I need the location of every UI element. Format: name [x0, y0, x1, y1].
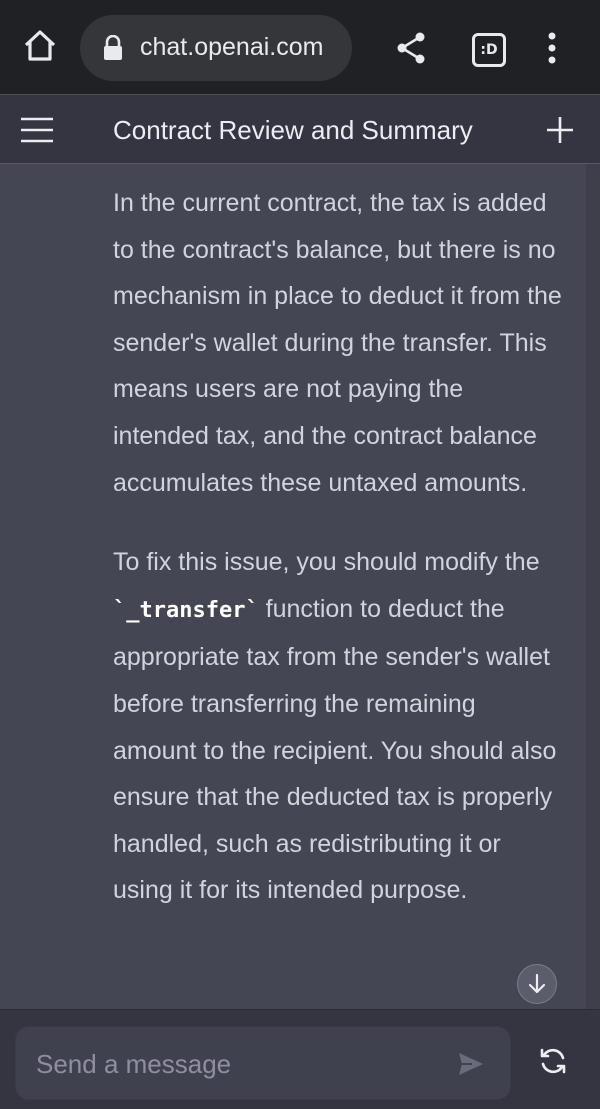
url-text: chat.openai.com [140, 33, 324, 61]
message-paragraph: In the current contract, the tax is adde… [113, 189, 562, 497]
plus-icon[interactable] [544, 114, 576, 146]
tabs-count: :D [480, 42, 498, 58]
send-icon[interactable] [456, 1049, 486, 1079]
scrollbar[interactable] [586, 164, 600, 1009]
menu-icon[interactable] [20, 117, 54, 143]
tabs-icon[interactable]: :D [472, 33, 506, 67]
lock-icon [102, 34, 124, 61]
browser-toolbar: chat.openai.com :D [0, 0, 600, 94]
home-icon[interactable] [22, 28, 58, 64]
share-icon[interactable] [394, 30, 428, 66]
message-input-box[interactable] [15, 1026, 511, 1101]
more-vert-icon[interactable] [542, 30, 562, 66]
assistant-message: In the current contract, the tax is adde… [113, 180, 563, 947]
arrow-down-icon [528, 973, 546, 994]
message-input[interactable] [34, 1027, 448, 1101]
inline-code: `_transfer` [113, 597, 259, 623]
message-paragraph: To fix this issue, you should modify the… [113, 539, 563, 914]
regenerate-icon[interactable] [538, 1046, 568, 1076]
text-span: function to deduct the appropriate tax f… [113, 594, 557, 905]
message-area: In the current contract, the tax is adde… [0, 164, 600, 1009]
address-bar[interactable]: chat.openai.com [80, 15, 352, 81]
text-span: To fix this issue, you should modify the [113, 548, 540, 577]
chat-header: Contract Review and Summary [0, 94, 600, 164]
scroll-to-bottom-button[interactable] [517, 964, 557, 1004]
conversation-title: Contract Review and Summary [113, 115, 473, 145]
composer [0, 1009, 600, 1109]
